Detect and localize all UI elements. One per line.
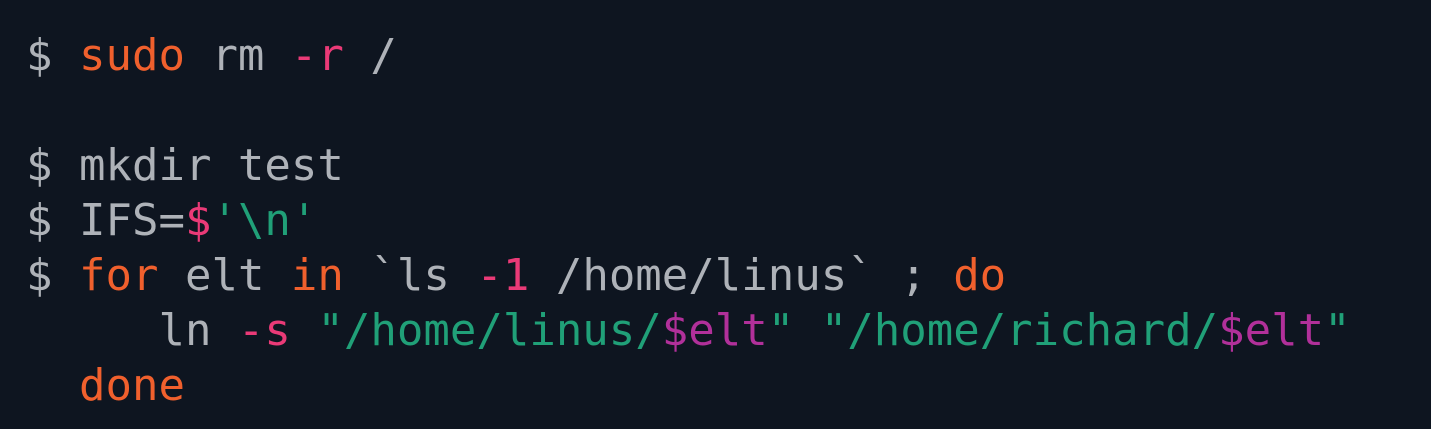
code-token-plain: $ <box>26 30 79 81</box>
terminal-line: ln -s "/home/linus/$elt" "/home/richard/… <box>26 303 1431 358</box>
code-token-flag: $ <box>184 195 212 246</box>
terminal-blank-line: ​ <box>26 83 1431 138</box>
code-token-string: "/home/richard/ <box>820 305 1219 356</box>
terminal-line: done <box>26 358 1431 413</box>
code-token-plain: rm <box>184 30 291 81</box>
code-token-keyword: for <box>78 250 159 301</box>
code-token-keyword: do <box>953 250 1007 301</box>
terminal-line: $ mkdir test <box>26 138 1431 193</box>
terminal-line: $ for elt in `ls -1 /home/linus` ; do <box>26 248 1431 303</box>
code-token-plain: elt <box>158 250 291 301</box>
code-token-plain: ln <box>26 305 238 356</box>
terminal-output[interactable]: $ sudo rm -r /​$ mkdir test$ IFS=$'\n'$ … <box>0 0 1431 429</box>
code-token-keyword: done <box>78 360 185 411</box>
code-token-plain: / <box>343 30 397 81</box>
code-token-string: " <box>767 305 795 356</box>
code-token-plain: `ls <box>343 250 477 301</box>
code-token-var: $elt <box>661 305 768 356</box>
code-token-flag: -r <box>290 30 344 81</box>
code-token-string: "/home/linus/ <box>317 305 662 356</box>
code-token-plain: /home/linus` ; <box>529 250 954 301</box>
code-token-plain: $ mkdir test <box>26 140 344 191</box>
code-token-keyword: sudo <box>78 30 185 81</box>
terminal-line: $ sudo rm -r / <box>26 28 1431 83</box>
code-token-plain: $ <box>26 250 79 301</box>
code-token-flag: -1 <box>476 250 530 301</box>
code-token-var: $elt <box>1218 305 1325 356</box>
terminal-line: $ IFS=$'\n' <box>26 193 1431 248</box>
code-token-plain: $ IFS= <box>26 195 185 246</box>
code-token-flag: -s <box>237 305 291 356</box>
code-token-string: '\n' <box>211 195 318 246</box>
code-token-string: " <box>1324 305 1351 356</box>
code-token-keyword: in <box>290 250 344 301</box>
